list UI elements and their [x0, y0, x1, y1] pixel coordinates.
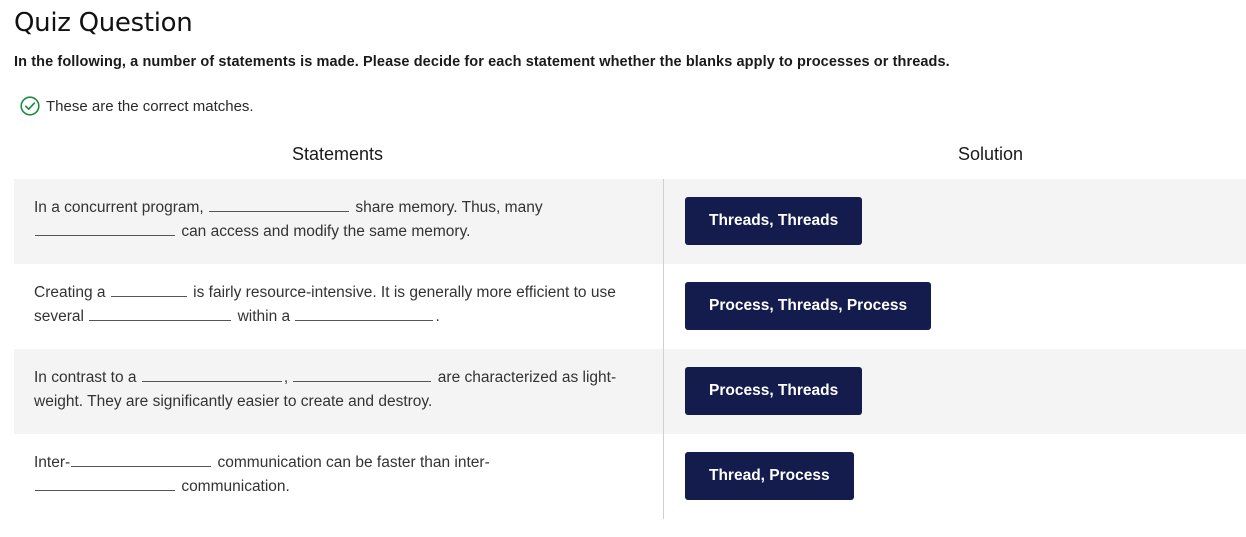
solution-button[interactable]: Threads, Threads: [685, 197, 863, 245]
table-row: Inter- communication can be faster than …: [14, 434, 1246, 519]
blank-slot: [89, 306, 232, 321]
statement-text: In a concurrent program, share memory. T…: [34, 197, 543, 240]
solution-header: Solution: [958, 144, 1024, 164]
table-row: In a concurrent program, share memory. T…: [14, 179, 1246, 264]
feedback-text: These are the correct matches.: [46, 97, 254, 115]
blank-slot: [295, 306, 434, 321]
solution-button[interactable]: Thread, Process: [685, 452, 854, 500]
check-circle-icon: [20, 96, 40, 116]
blank-slot: [35, 221, 175, 236]
solution-button[interactable]: Process, Threads, Process: [685, 282, 932, 330]
statement-text: In contrast to a , are characterized as …: [34, 367, 617, 410]
table-row: Creating a is fairly resource-intensive.…: [14, 264, 1246, 349]
blank-slot: [110, 282, 187, 297]
blank-slot: [71, 452, 212, 467]
statements-header: Statements: [292, 144, 384, 164]
table-row: In contrast to a , are characterized as …: [14, 349, 1246, 434]
blank-slot: [293, 367, 432, 382]
feedback-message: These are the correct matches.: [20, 96, 254, 116]
statement-text: Creating a is fairly resource-intensive.…: [34, 282, 616, 325]
column-divider: [663, 179, 664, 519]
blank-slot: [209, 197, 350, 212]
instructions-text: In the following, a number of statements…: [14, 54, 950, 70]
page-title: Quiz Question: [14, 8, 193, 38]
solution-button[interactable]: Process, Threads: [685, 367, 863, 415]
blank-slot: [35, 476, 175, 491]
statement-text: Inter- communication can be faster than …: [34, 452, 490, 495]
blank-slot: [141, 367, 282, 382]
matching-table: In a concurrent program, share memory. T…: [14, 179, 1246, 519]
